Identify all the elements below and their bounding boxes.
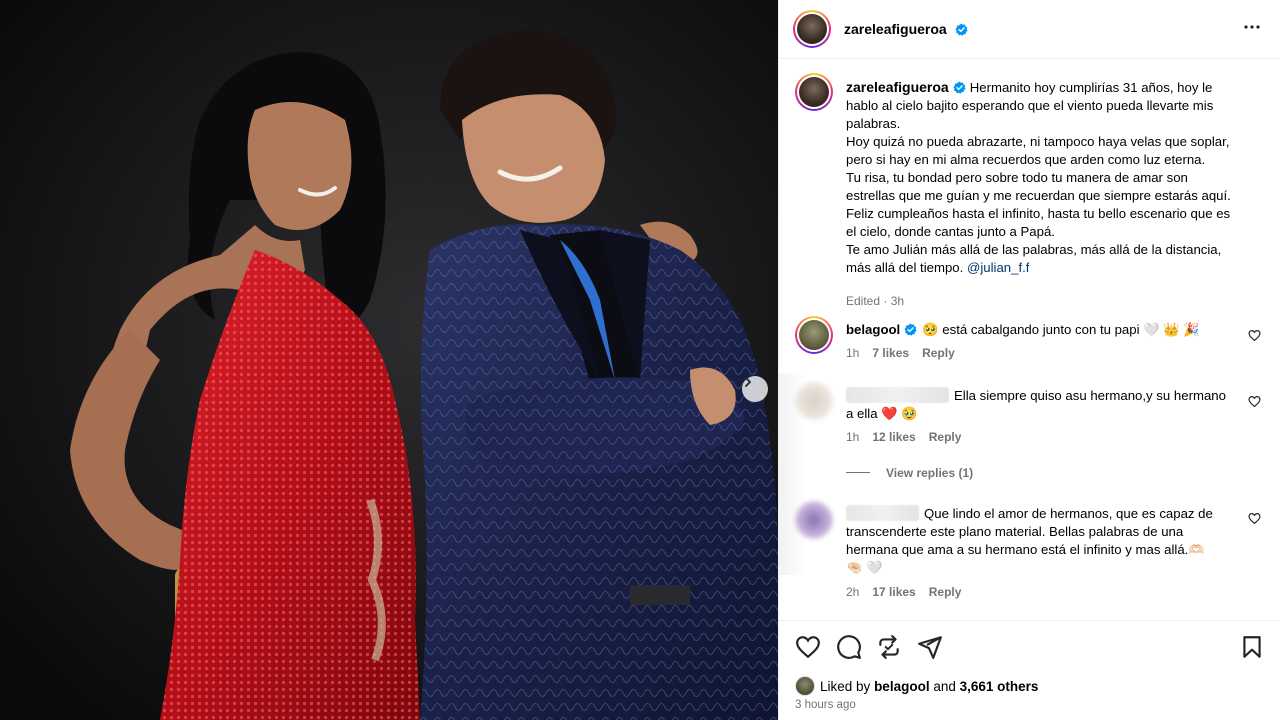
mention-link[interactable]: @julian_f.f [967, 260, 1030, 275]
liked-others[interactable]: 3,661 others [960, 679, 1039, 694]
comment-body: Ella siempre quiso asu hermano,y su herm… [954, 388, 1226, 403]
caption-line: Te amo Julián más allá de las palabras, … [846, 242, 1222, 257]
blurred-username [846, 505, 919, 521]
comments-area[interactable]: zareleafigueroa Hermanito hoy cumplirías … [779, 60, 1280, 620]
caption-line: hablo al cielo bajito esperando que el v… [846, 98, 1214, 113]
comment-text: belagool 🥺 está cabalgando junto con tu p… [846, 321, 1231, 339]
caption-line: pero si hay en mi alma recuerdos que ard… [846, 152, 1206, 167]
view-replies-button[interactable]: View replies (1) [846, 466, 973, 480]
liked-and: and [933, 678, 956, 694]
reply-button[interactable]: Reply [929, 585, 962, 599]
caption-line: Feliz cumpleaños hasta el infinito, hast… [846, 206, 1231, 221]
bookmark-icon[interactable] [1239, 634, 1265, 660]
verified-badge-icon [904, 323, 917, 336]
comment-time: 1h [846, 430, 860, 444]
caption-line: más allá del tiempo. [846, 260, 967, 275]
comment-body-cont: hermana que ama a su hermano está el inf… [846, 542, 1205, 557]
comment-like-heart-icon[interactable] [1248, 512, 1261, 525]
comment-body-cont: transcenderte este plano material. Bella… [846, 524, 1184, 539]
reply-button[interactable]: Reply [929, 430, 962, 444]
comment-actions: 1h 7 likes Reply [846, 346, 968, 360]
comment-like-heart-icon[interactable] [1248, 329, 1261, 342]
author-avatar[interactable] [793, 10, 831, 48]
comment-likes[interactable]: 17 likes [872, 585, 915, 599]
next-photo-button[interactable] [742, 376, 768, 402]
comment-text: Ella siempre quiso asu hermano,y su herm… [846, 387, 1231, 423]
caption-line: estrellas que me guían y me recuerdan qu… [846, 188, 1231, 203]
author-username[interactable]: zareleafigueroa [844, 21, 947, 37]
post-header: zareleafigueroa [779, 0, 1280, 59]
comment-like-heart-icon[interactable] [1248, 395, 1261, 408]
commenter-avatar[interactable] [795, 382, 833, 420]
comment-likes[interactable]: 12 likes [872, 430, 915, 444]
post-media[interactable] [0, 0, 778, 720]
heart-icon[interactable] [795, 634, 821, 660]
post-actions-bar: Liked by belagool and 3,661 others 3 hou… [779, 620, 1280, 720]
comment-body: 🥺 está cabalgando junto con tu papi 🤍 👑 … [922, 322, 1200, 337]
commenter-avatar[interactable] [795, 501, 833, 539]
verified-badge-icon [955, 23, 968, 36]
comment-time: 2h [846, 585, 860, 599]
liked-prefix: Liked by [820, 678, 871, 694]
verified-badge-icon [953, 81, 966, 94]
comment-icon[interactable] [836, 634, 862, 660]
commenter-username[interactable]: belagool [846, 322, 900, 337]
chevron-right-icon [745, 377, 751, 387]
liker-avatar [795, 676, 815, 696]
post-photo [0, 0, 778, 720]
caption-text: zareleafigueroa Hermanito hoy cumplirías … [846, 78, 1246, 277]
post-timestamp: 3 hours ago [795, 699, 856, 711]
caption-author-username[interactable]: zareleafigueroa [846, 79, 949, 95]
comment-text: Que lindo el amor de hermanos, que es ca… [846, 505, 1231, 577]
caption-line: el cielo, donde cantas junto a Papá. [846, 224, 1055, 239]
comment-actions: 1h 12 likes Reply [846, 430, 974, 444]
commenter-avatar[interactable] [795, 316, 833, 354]
caption-line: Hermanito hoy cumplirías 31 años, hoy le [969, 80, 1213, 95]
send-icon[interactable] [917, 634, 943, 660]
more-options-icon[interactable] [1243, 18, 1261, 36]
comment-time: 1h [846, 346, 860, 360]
replies-divider [846, 472, 870, 473]
liked-by-summary[interactable]: Liked by belagool and 3,661 others [795, 676, 1038, 696]
post-details-panel: zareleafigueroa zareleafigueroa Hermanito… [778, 0, 1280, 720]
comment-likes[interactable]: 7 likes [872, 346, 909, 360]
caption-line: Tu risa, tu bondad pero sobre todo tu ma… [846, 170, 1188, 185]
caption-edited-time: Edited · 3h [846, 294, 905, 308]
comment-body: Que lindo el amor de hermanos, que es ca… [924, 506, 1213, 521]
comment-body-cont: a ella ❤️ 🥹 [846, 406, 918, 421]
comment-actions: 2h 17 likes Reply [846, 585, 974, 599]
reply-button[interactable]: Reply [922, 346, 955, 360]
caption-line: Hoy quizá no pueda abrazarte, ni tampoco… [846, 134, 1230, 149]
blurred-username [846, 387, 949, 403]
liked-user[interactable]: belagool [874, 679, 930, 694]
repost-icon[interactable] [876, 634, 902, 660]
comment-body-cont: 🤏🏻 🤍 [846, 560, 883, 575]
caption-line: palabras. [846, 116, 901, 131]
view-replies-label: View replies (1) [886, 466, 974, 480]
caption-author-avatar[interactable] [795, 73, 833, 111]
